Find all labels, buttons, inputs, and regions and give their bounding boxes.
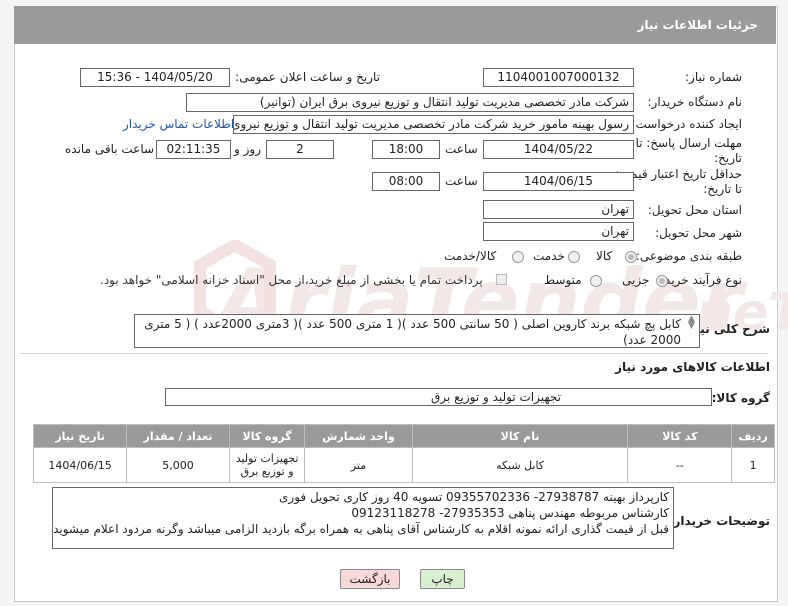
buyer-org-field: شرکت مادر تخصصی مدیریت تولید انتقال و تو… — [186, 93, 634, 112]
col-header-need-date: تاریخ نیاز — [32, 424, 128, 448]
back-button[interactable]: بازگشت — [340, 569, 400, 589]
days-label: روز و — [234, 142, 261, 156]
announce-label: تاریخ و ساعت اعلان عمومی: — [235, 70, 380, 84]
buyer-notes-line-1: کارپرداز بهینه 27938787- 09355702336 تسو… — [279, 490, 669, 504]
deadline-time-field: 18:00 — [372, 140, 440, 159]
category-radio-both[interactable] — [512, 251, 524, 263]
requester-field: رسول بهینه مامور خرید شرکت مادر تخصصی مد… — [233, 115, 634, 134]
process-radio-minor[interactable] — [656, 275, 668, 287]
panel-header: جزئیات اطلاعات نیاز — [14, 6, 776, 44]
treasury-note: پرداخت تمام یا بخشی از مبلغ خرید،از محل … — [100, 273, 483, 287]
province-label: استان محل تحویل: — [647, 203, 742, 217]
goods-group-label: گروه کالا: — [711, 391, 770, 405]
col-header-unit: واحد شمارش — [304, 424, 413, 448]
category-option-service: خدمت — [533, 249, 565, 263]
col-header-row-number: ردیف — [731, 424, 775, 448]
process-radio-medium[interactable] — [590, 275, 602, 287]
deadline-label-line1: مهلت ارسال پاسخ: تا — [635, 136, 742, 150]
items-table: ردیف کد کالا نام کالا واحد شمارش گروه کا… — [32, 424, 775, 483]
price-validity-label-line1: حداقل تاریخ اعتبار قیمت: — [615, 167, 742, 181]
requester-label: ایجاد کننده درخواست: — [631, 117, 742, 131]
province-field: تهران — [483, 200, 634, 219]
city-label: شهر محل تحویل: — [655, 226, 742, 240]
col-header-name: نام کالا — [411, 424, 629, 448]
cell-need-date: 1404/06/15 — [32, 447, 128, 483]
deadline-label-line2: تاریخ: — [714, 151, 742, 165]
buyer-notes-line-2: کارشناس مربوطه مهندس پناهی 27935353- 091… — [351, 506, 669, 520]
separator — [20, 353, 768, 354]
price-validity-time-field: 08:00 — [372, 172, 440, 191]
need-number-field: 1104001007000132 — [483, 68, 634, 87]
price-validity-time-label: ساعت — [445, 174, 478, 188]
deadline-time-label: ساعت — [445, 142, 478, 156]
col-header-group: گروه کالا — [228, 424, 306, 448]
col-header-quantity: تعداد / مقدار — [126, 424, 230, 448]
table-row: 1 -- کابل شبکه متر تجهیزات تولید و توزیع… — [32, 447, 775, 483]
col-header-code: کد کالا — [627, 424, 733, 448]
goods-group-field: تجهیزات تولید و توزیع برق — [165, 388, 712, 406]
time-remaining-label: ساعت باقی مانده — [65, 142, 155, 156]
buyer-notes-label: توضیحات خریدار: — [668, 514, 770, 528]
category-radio-service[interactable] — [568, 251, 580, 263]
description-field[interactable]: کابل پچ شبکه برند کاروین اصلی ( 50 سانتی… — [134, 314, 700, 348]
price-validity-date-field: 1404/06/15 — [483, 172, 634, 191]
time-remaining-field: 02:11:35 — [156, 140, 231, 159]
deadline-date-field: 1404/05/22 — [483, 140, 634, 159]
table-header-row: ردیف کد کالا نام کالا واحد شمارش گروه کا… — [32, 424, 775, 448]
cell-group: تجهیزات تولید و توزیع برق — [228, 447, 306, 483]
category-label: طبقه بندی موضوعی: — [635, 249, 742, 263]
buyer-contact-link[interactable]: اطلاعات تماس خریدار — [123, 117, 234, 131]
print-button[interactable]: چاپ — [420, 569, 465, 589]
treasury-checkbox[interactable] — [496, 274, 507, 285]
need-number-label: شماره نیاز: — [685, 70, 742, 84]
price-validity-label-line2: تا تاریخ: — [703, 182, 742, 196]
cell-quantity: 5,000 — [126, 447, 230, 483]
goods-section-title: اطلاعات کالاهای مورد نیاز — [615, 360, 770, 374]
process-option-minor: جزیی — [622, 273, 650, 287]
page-title: جزئیات اطلاعات نیاز — [637, 18, 758, 32]
buyer-notes-field[interactable]: کارپرداز بهینه 27938787- 09355702336 تسو… — [52, 487, 674, 549]
buyer-org-label: نام دستگاه خریدار: — [647, 95, 743, 109]
scroll-arrows-icon[interactable]: ▲ ▼ — [686, 315, 697, 331]
buyer-notes-line-3: قبل از قیمت گذاری ارائه نمونه اقلام به ک… — [53, 522, 669, 536]
cell-name: کابل شبکه — [411, 447, 629, 483]
category-option-both: کالا/خدمت — [444, 249, 497, 263]
process-option-medium: متوسط — [544, 273, 582, 287]
city-field: تهران — [483, 222, 634, 241]
process-label: نوع فرآیند خرید : — [657, 273, 742, 287]
days-remaining-field: 2 — [266, 140, 334, 159]
cell-code: -- — [627, 447, 733, 483]
announce-field: 1404/05/20 - 15:36 — [80, 68, 230, 87]
cell-row-number: 1 — [731, 447, 775, 483]
category-radio-goods[interactable] — [625, 251, 637, 263]
cell-unit: متر — [304, 447, 413, 483]
category-option-goods: کالا — [596, 249, 613, 263]
